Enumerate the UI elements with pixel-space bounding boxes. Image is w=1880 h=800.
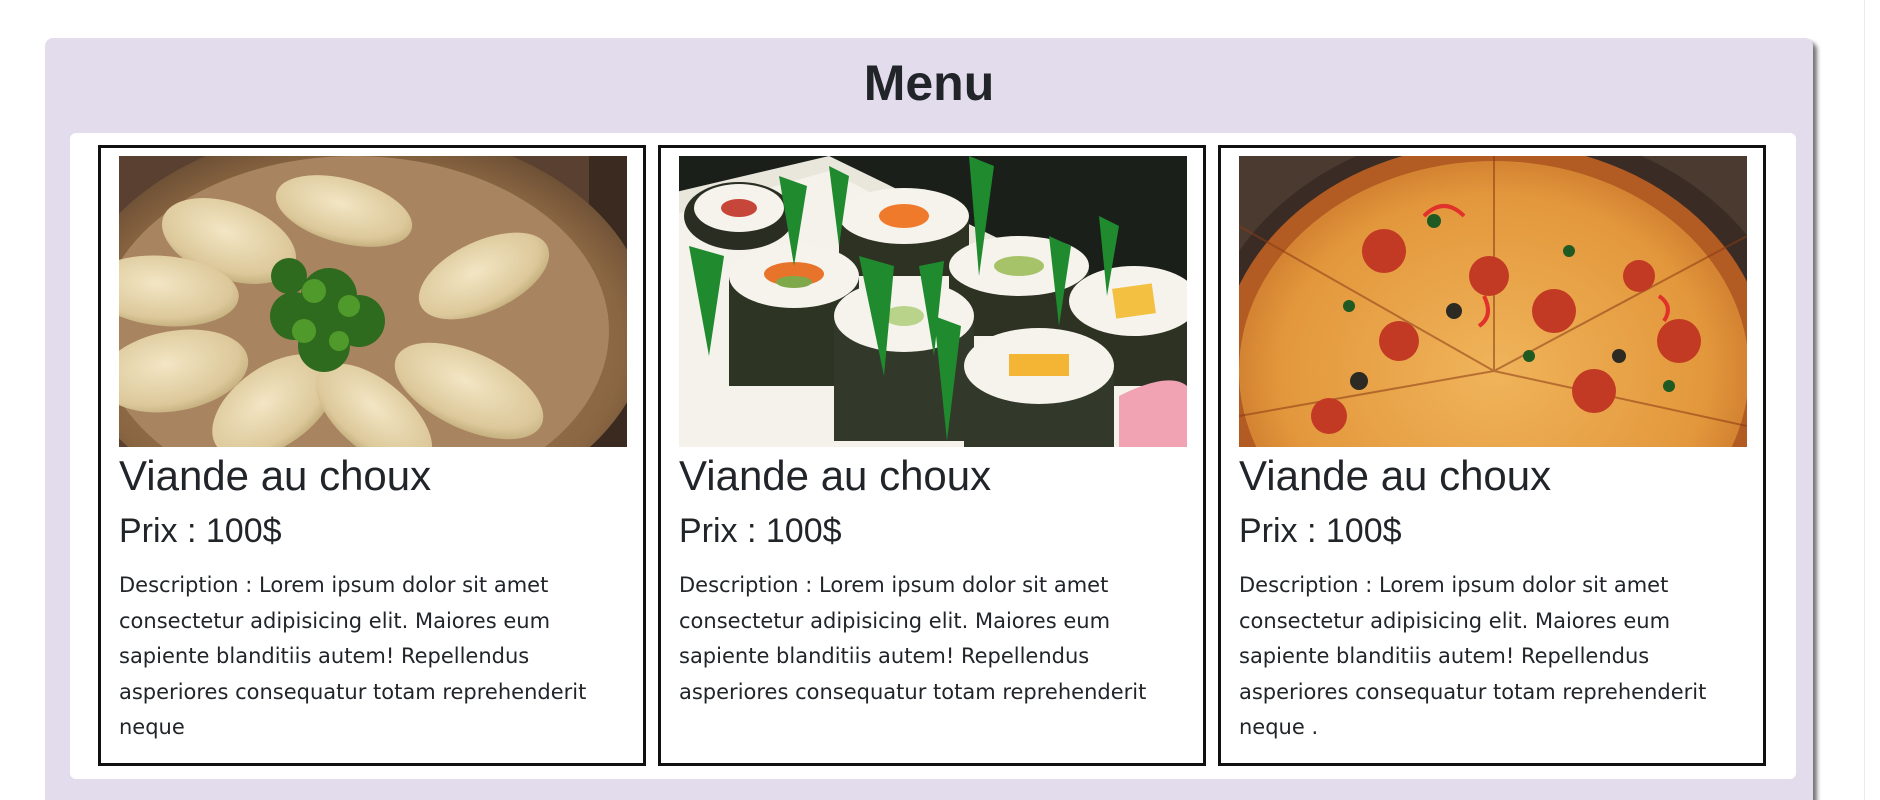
sushi-image xyxy=(679,156,1187,447)
dish-name: Viande au choux xyxy=(119,452,432,499)
menu-card: Viande au choux Prix : 100$ Description … xyxy=(658,145,1206,766)
dish-name: Viande au choux xyxy=(1239,452,1552,499)
dumplings-image xyxy=(119,156,627,447)
menu-panel: Menu Viande au choux Prix: 100$ Descrip… xyxy=(45,38,1813,800)
dish-price: Prix : 100$ xyxy=(119,512,282,550)
menu-card: Viande au choux Prix : 100$ Description … xyxy=(1218,145,1766,766)
dish-name: Viande au choux xyxy=(679,452,992,499)
menu-cards-container: Viande au choux Prix : 100$ Description … xyxy=(70,133,1796,779)
dish-description: Description : Lorem ipsum dolor sit amet… xyxy=(119,573,587,739)
dish-price: Prix : 100$ xyxy=(1239,512,1402,550)
pizza-image xyxy=(1239,156,1747,447)
menu-card: Viande au choux Prix : 100$ Description … xyxy=(98,145,646,766)
menu-title: Menu xyxy=(863,55,995,111)
dish-price: Prix : 100$ xyxy=(679,512,842,550)
dish-description: Description : Lorem ipsum dolor sit amet… xyxy=(679,573,1147,704)
page-scrollbar[interactable] xyxy=(1864,0,1880,800)
dish-description: Description : Lorem ipsum dolor sit amet… xyxy=(1239,573,1707,739)
